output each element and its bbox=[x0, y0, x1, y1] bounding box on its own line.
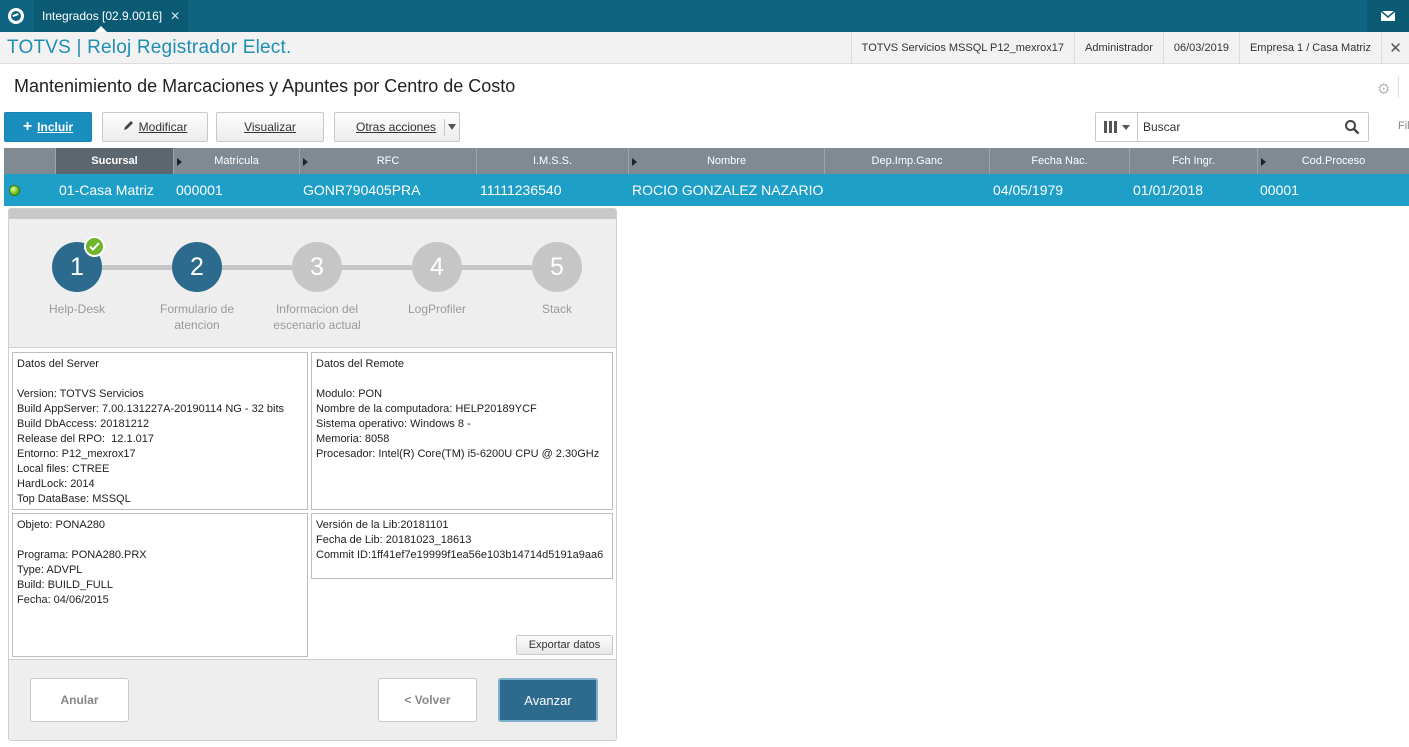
status-green-icon bbox=[9, 185, 20, 196]
cell-sucursal: 01-Casa Matriz bbox=[59, 182, 154, 198]
grid-header-fch-ingr[interactable]: Fch Ingr. bbox=[1130, 148, 1258, 174]
tab-close-icon[interactable]: ✕ bbox=[170, 9, 180, 23]
divider bbox=[444, 119, 445, 136]
filter-link[interactable]: Fil bbox=[1398, 120, 1409, 132]
title-bar: TOTVS | Reloj Registrador Elect. TOTVS S… bbox=[0, 32, 1409, 64]
grid-header-imss[interactable]: I.M.S.S. bbox=[477, 148, 629, 174]
date-info[interactable]: 06/03/2019 bbox=[1162, 32, 1239, 64]
pencil-icon bbox=[123, 120, 134, 134]
grid-header-sucursal[interactable]: Sucursal bbox=[56, 148, 174, 174]
gear-icon[interactable]: ⚙ bbox=[1377, 80, 1390, 98]
tab-integrados[interactable]: Integrados [02.9.0016] ✕ bbox=[34, 0, 189, 32]
columns-icon bbox=[1103, 121, 1117, 133]
table-row[interactable]: 01-Casa Matriz 000001 GONR790405PRA 1111… bbox=[4, 174, 1409, 206]
view-label: Visualizar bbox=[244, 120, 296, 134]
server-info-box: Datos del Server Version: TOTVS Servicio… bbox=[12, 352, 308, 510]
grid-header-status[interactable] bbox=[4, 148, 56, 174]
environment-info[interactable]: TOTVS Servicios MSSQL P12_mexrox17 bbox=[850, 32, 1074, 64]
columns-selector[interactable] bbox=[1096, 113, 1138, 141]
step-3: 3 bbox=[292, 242, 342, 292]
plus-icon: + bbox=[22, 118, 33, 135]
chevron-down-icon bbox=[448, 124, 456, 130]
divider bbox=[1398, 76, 1399, 98]
remote-info-box: Datos del Remote Modulo: PON Nombre de l… bbox=[311, 352, 613, 510]
step-3-label: Informacion del escenario actual bbox=[273, 302, 361, 332]
other-actions-label: Otras acciones bbox=[356, 120, 437, 134]
cell-rfc: GONR790405PRA bbox=[303, 182, 421, 198]
step-2: 2 bbox=[172, 242, 222, 292]
step-5: 5 bbox=[532, 242, 582, 292]
other-actions-button[interactable]: Otras acciones bbox=[334, 112, 460, 142]
view-button[interactable]: Visualizar bbox=[216, 112, 324, 142]
object-info-box: Objeto: PONA280 Programa: PONA280.PRX Ty… bbox=[12, 513, 308, 657]
wizard-header-bar bbox=[9, 209, 616, 219]
totvs-logo-icon[interactable] bbox=[0, 0, 32, 32]
tab-label: Integrados [02.9.0016] bbox=[42, 9, 163, 23]
search-box bbox=[1095, 112, 1369, 142]
cell-fecha-nac: 04/05/1979 bbox=[993, 182, 1064, 198]
next-button[interactable]: Avanzar bbox=[498, 678, 598, 722]
column-label: Cod.Proceso bbox=[1301, 155, 1366, 167]
step-4-label: LogProfiler bbox=[407, 302, 467, 316]
modify-button[interactable]: Modificar bbox=[102, 112, 208, 142]
check-icon bbox=[84, 236, 105, 257]
cell-matricula: 000001 bbox=[176, 182, 223, 198]
divider bbox=[9, 659, 616, 660]
step-2-label: Formulario de atencion bbox=[159, 302, 235, 332]
include-button[interactable]: + Incluir bbox=[4, 112, 92, 142]
sort-arrow-icon bbox=[303, 158, 308, 166]
close-icon[interactable]: ✕ bbox=[1381, 32, 1409, 64]
grid-header: Sucursal Matricula RFC I.M.S.S. Nombre D… bbox=[4, 148, 1409, 174]
export-data-button[interactable]: Exportar datos bbox=[516, 635, 613, 655]
column-label: Matricula bbox=[214, 155, 259, 167]
company-info[interactable]: Empresa 1 / Casa Matriz bbox=[1238, 32, 1381, 64]
search-icon[interactable] bbox=[1344, 119, 1360, 135]
column-label: Fch Ingr. bbox=[1172, 155, 1215, 167]
grid-header-nombre[interactable]: Nombre bbox=[629, 148, 825, 174]
lib-info-box: Versión de la Lib:20181101 Fecha de Lib:… bbox=[311, 513, 613, 579]
page-title: Mantenimiento de Marcaciones y Apuntes p… bbox=[14, 76, 516, 96]
cell-cod-proceso: 00001 bbox=[1260, 182, 1299, 198]
app-title: TOTVS | Reloj Registrador Elect. bbox=[7, 37, 292, 58]
grid-header-matricula[interactable]: Matricula bbox=[174, 148, 300, 174]
column-label: Sucursal bbox=[91, 155, 138, 167]
top-tab-bar: Integrados [02.9.0016] ✕ bbox=[0, 0, 1409, 32]
column-label: I.M.S.S. bbox=[532, 155, 573, 167]
back-button[interactable]: < Volver bbox=[378, 678, 477, 722]
include-label: Incluir bbox=[37, 120, 74, 134]
cell-nombre: ROCIO GONZALEZ NAZARIO bbox=[632, 182, 824, 198]
mail-icon[interactable] bbox=[1367, 0, 1409, 32]
wizard-dialog: 1 2 3 4 5 Help-Desk Formulario de atenci… bbox=[8, 208, 617, 741]
grid-header-cod-proceso[interactable]: Cod.Proceso bbox=[1258, 148, 1409, 174]
column-label: Nombre bbox=[706, 155, 747, 167]
sort-arrow-icon bbox=[177, 158, 182, 166]
cell-imss: 11111236540 bbox=[480, 182, 562, 198]
column-label: Dep.Imp.Ganc bbox=[871, 155, 943, 167]
step-1-label: Help-Desk bbox=[48, 302, 105, 316]
step-4: 4 bbox=[412, 242, 462, 292]
search-input[interactable] bbox=[1138, 114, 1328, 140]
column-label: RFC bbox=[376, 155, 400, 167]
step-5-label: Stack bbox=[541, 302, 572, 316]
cell-fch-ingr: 01/01/2018 bbox=[1133, 182, 1204, 198]
grid-header-fecha-nac[interactable]: Fecha Nac. bbox=[990, 148, 1130, 174]
cancel-button[interactable]: Anular bbox=[30, 678, 129, 722]
user-info[interactable]: Administrador bbox=[1074, 32, 1163, 64]
sort-arrow-icon bbox=[1261, 158, 1266, 166]
modify-label: Modificar bbox=[138, 120, 188, 134]
sort-arrow-icon bbox=[632, 158, 637, 166]
column-label: Fecha Nac. bbox=[1031, 155, 1088, 167]
chevron-down-icon bbox=[1121, 124, 1130, 130]
grid-header-dep-imp[interactable]: Dep.Imp.Ganc bbox=[825, 148, 990, 174]
grid-header-rfc[interactable]: RFC bbox=[300, 148, 477, 174]
